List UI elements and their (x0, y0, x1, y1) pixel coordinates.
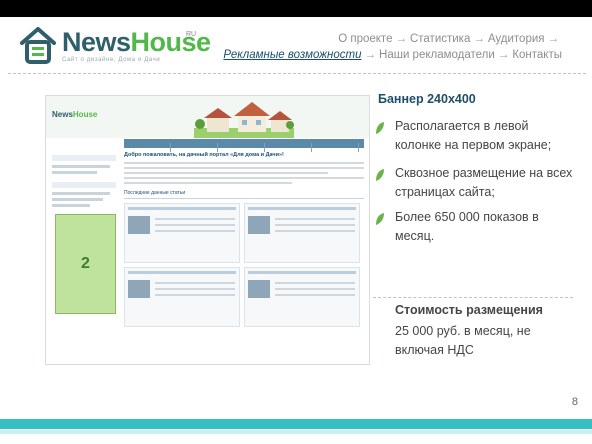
site-screenshot: NewsHouse 2 Добро пожаловать, на дачный … (45, 95, 370, 365)
footer-stripe (0, 419, 592, 429)
nav-arrow: → (497, 49, 510, 61)
site-article-card (244, 267, 360, 327)
site-article-card (244, 203, 360, 263)
top-black-bar (0, 0, 592, 17)
leaf-bullet-icon (376, 169, 384, 181)
site-article-card (124, 267, 240, 327)
site-nav (124, 139, 364, 152)
nav-item-contacts[interactable]: Контакты (512, 49, 562, 61)
site-section-title: Последние данные статьи (124, 190, 364, 199)
nav-item-statistics[interactable]: Статистика (410, 33, 470, 45)
header-divider (8, 73, 586, 74)
nav-arrow: → (395, 33, 407, 45)
nav-item-ad-opportunities[interactable]: Рекламные возможности (223, 49, 361, 61)
page-number: 8 (571, 396, 578, 408)
nav-item-advertisers[interactable]: Наши рекламодатели (379, 49, 495, 61)
nav-arrow: → (547, 33, 560, 45)
site-header: NewsHouse (46, 96, 369, 138)
site-main-column: Добро пожаловать, на дачный портал «Для … (124, 152, 364, 352)
nav-item-about[interactable]: О проекте (338, 33, 392, 45)
site-article-card (124, 203, 240, 263)
leaf-bullet-icon (376, 122, 384, 134)
leaf-bullet-icon (376, 213, 384, 225)
logo-ru-suffix: RU (186, 31, 197, 38)
banner-title: Баннер 240x400 (378, 92, 476, 106)
logo-tagline: Сайт о дизайне, Дома и Дачи (62, 57, 161, 63)
house-logo-icon (20, 27, 56, 64)
nav-item-audience[interactable]: Аудитория (488, 33, 545, 45)
newshouse-logo[interactable]: NewsHouse RU Сайт о дизайне, Дома и Дачи (18, 25, 211, 69)
site-welcome-heading: Добро пожаловать, на дачный портал «Для … (124, 152, 284, 158)
site-logo: NewsHouse (52, 110, 98, 119)
price-divider (373, 297, 573, 298)
banner-240x400-placeholder: 2 (55, 214, 116, 314)
price-text: 25 000 руб. в месяц, не включая НДС (395, 324, 531, 357)
presentation-nav: О проекте → Статистика → Аудитория → Рекламны… (202, 31, 562, 63)
nav-arrow: → (364, 49, 377, 61)
house-illustration-icon (194, 102, 294, 138)
price-title: Стоимость размещения (395, 303, 543, 317)
nav-arrow: → (473, 33, 485, 45)
footer-stripe-light (0, 430, 592, 434)
